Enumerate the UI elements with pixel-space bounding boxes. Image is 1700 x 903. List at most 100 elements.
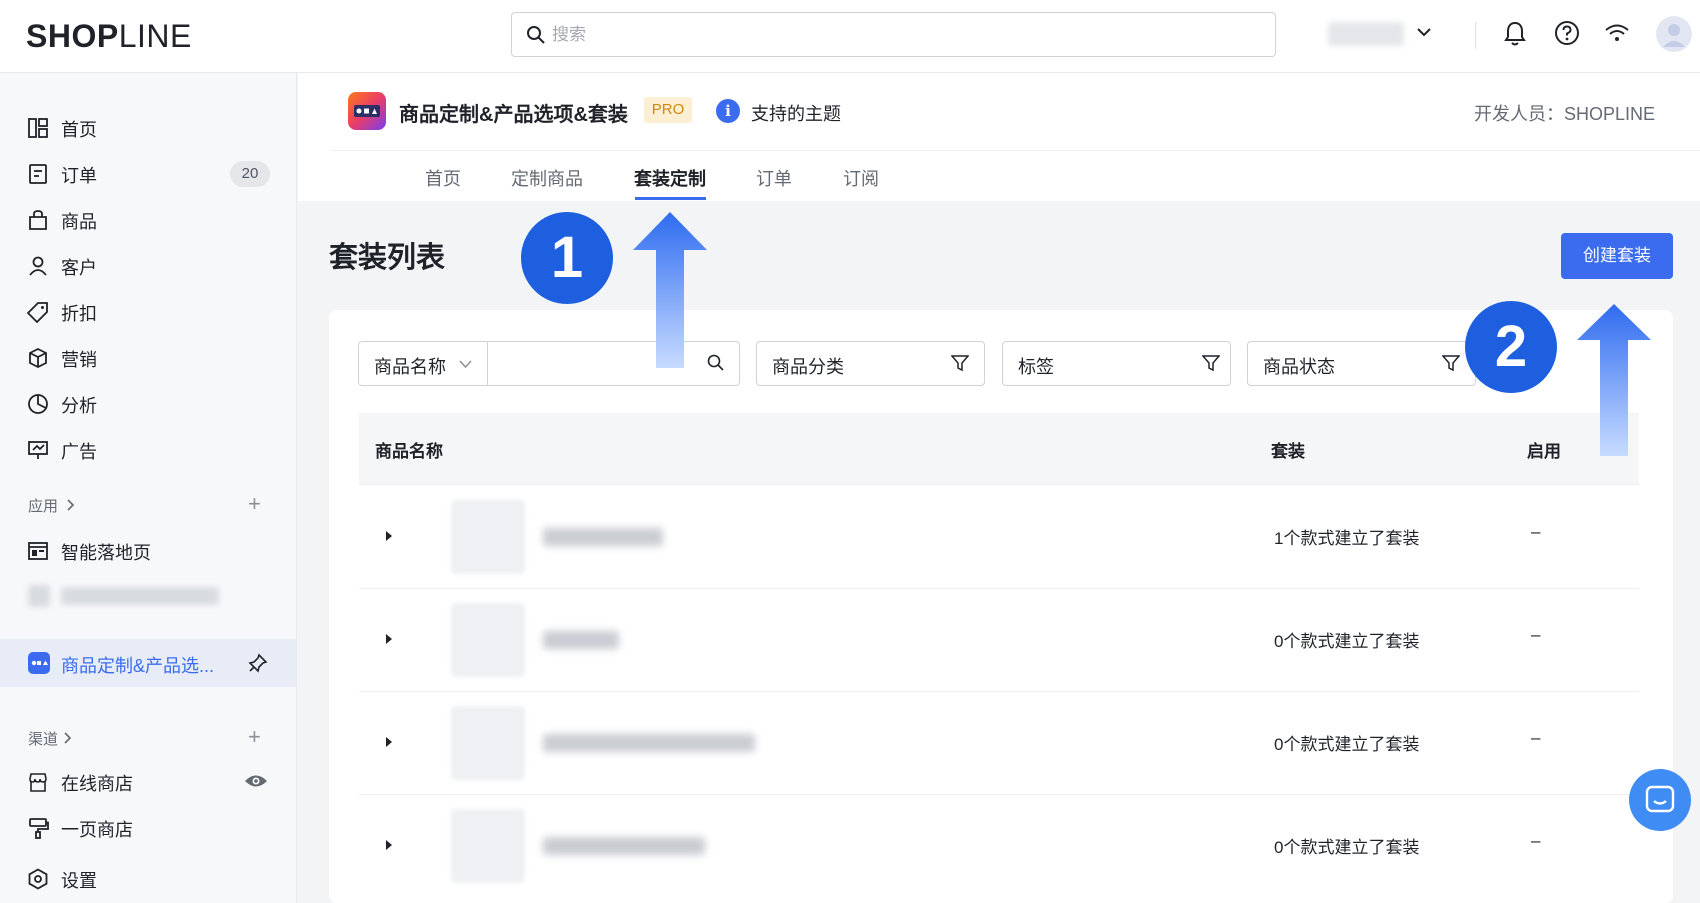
global-search[interactable] <box>511 12 1276 57</box>
search-field-select[interactable]: 商品名称 <box>374 353 446 379</box>
step-2-callout: 2 <box>1465 301 1557 393</box>
sidebar-item-products[interactable]: 商品 <box>0 197 297 241</box>
apps-section-title[interactable]: 应用 <box>28 495 58 516</box>
eye-icon[interactable] <box>244 773 268 789</box>
product-name-blurred[interactable] <box>543 734 755 752</box>
expand-row-icon[interactable] <box>386 531 392 541</box>
pro-badge: PRO <box>644 97 692 123</box>
sidebar-item-discounts[interactable]: 折扣 <box>0 289 297 333</box>
sidebar-item-online-store[interactable]: 在线商店 <box>0 759 297 803</box>
pin-icon[interactable] <box>248 653 268 673</box>
sidebar-item-label: 一页商店 <box>61 820 133 840</box>
sidebar-item-analytics[interactable]: 分析 <box>0 381 297 425</box>
status-filter-label: 商品状态 <box>1263 357 1335 377</box>
order-icon <box>29 164 47 184</box>
product-name-blurred[interactable] <box>543 631 619 649</box>
tab-orders[interactable]: 订单 <box>756 165 792 191</box>
expand-row-icon[interactable] <box>386 634 392 644</box>
tab-custom-products[interactable]: 定制商品 <box>511 165 583 191</box>
chat-support-button[interactable] <box>1629 769 1691 831</box>
chevron-down-icon[interactable] <box>459 359 472 369</box>
sidebar: 首页 订单 20 商品 客户 折扣 营销 分析 广告 应用 + 智能落地页 商品… <box>0 73 297 903</box>
blurred-app-label[interactable] <box>61 587 219 605</box>
table-row[interactable]: 1个款式建立了套装 – <box>359 486 1639 589</box>
app-header <box>298 73 1700 201</box>
sidebar-item-label: 设置 <box>61 871 97 891</box>
tag-filter[interactable]: 标签 <box>1002 341 1231 386</box>
table-header <box>359 413 1639 485</box>
tab-home[interactable]: 首页 <box>425 165 461 191</box>
topbar-divider <box>1475 22 1476 49</box>
logo-text-thin: LINE <box>118 18 192 54</box>
category-filter[interactable]: 商品分类 <box>756 341 985 386</box>
status-filter[interactable]: 商品状态 <box>1247 341 1476 386</box>
sidebar-item-ads[interactable]: 广告 <box>0 427 297 471</box>
column-header-bundle: 套装 <box>1271 442 1305 461</box>
shop-name-blurred[interactable] <box>1328 22 1404 46</box>
wifi-icon[interactable] <box>1604 20 1630 46</box>
order-count-badge: 20 <box>230 161 270 187</box>
pie-chart-icon <box>28 394 48 414</box>
channels-section-title[interactable]: 渠道 <box>28 728 58 749</box>
tab-subscription[interactable]: 订阅 <box>843 165 879 191</box>
search-icon[interactable] <box>707 354 725 372</box>
shopline-logo[interactable]: SHOPLINE <box>26 16 192 56</box>
sidebar-item-home[interactable]: 首页 <box>0 105 297 149</box>
filter-icon <box>1442 355 1460 372</box>
sidebar-item-marketing[interactable]: 营销 <box>0 335 297 379</box>
filter-icon <box>1202 355 1220 372</box>
enabled-value: – <box>1531 728 1541 747</box>
add-app-button[interactable]: + <box>248 493 261 515</box>
arrow-up-icon <box>1577 304 1651 456</box>
table-row[interactable]: 0个款式建立了套装 – <box>359 589 1639 692</box>
app-badge-icon <box>28 652 50 674</box>
dashboard-icon <box>28 118 48 138</box>
tag-filter-label: 标签 <box>1018 357 1054 377</box>
supported-themes-link[interactable]: 支持的主题 <box>751 100 841 126</box>
product-thumbnail <box>451 706 525 780</box>
product-thumbnail <box>451 603 525 677</box>
sidebar-item-label: 客户 <box>61 258 97 278</box>
sidebar-item-one-page-store[interactable]: 一页商店 <box>0 805 297 849</box>
blurred-app-icon <box>28 585 50 607</box>
step-1-callout: 1 <box>521 212 613 304</box>
bag-icon <box>29 210 47 230</box>
sidebar-item-product-customization[interactable]: 商品定制&产品选... <box>0 639 297 687</box>
sidebar-item-label: 商品 <box>61 212 97 232</box>
landing-page-icon <box>28 542 48 560</box>
add-channel-button[interactable]: + <box>248 726 261 748</box>
store-icon <box>29 773 47 792</box>
chevron-right-icon <box>64 732 72 744</box>
table-row[interactable]: 0个款式建立了套装 – <box>359 692 1639 795</box>
chevron-down-icon[interactable] <box>1416 24 1432 40</box>
sidebar-item-orders[interactable]: 订单 20 <box>0 151 297 195</box>
arrow-up-icon <box>633 212 707 368</box>
search-icon <box>527 26 545 44</box>
product-thumbnail <box>451 809 525 883</box>
bell-icon[interactable] <box>1503 20 1527 48</box>
table-row[interactable]: 0个款式建立了套装 – <box>359 795 1639 903</box>
expand-row-icon[interactable] <box>386 737 392 747</box>
info-icon[interactable]: i <box>716 99 740 123</box>
expand-row-icon[interactable] <box>386 840 392 850</box>
product-name-blurred[interactable] <box>543 528 663 546</box>
tab-bundle-customization[interactable]: 套装定制 <box>634 165 706 191</box>
bundle-status: 0个款式建立了套装 <box>1274 838 1420 857</box>
sidebar-item-label: 首页 <box>61 120 97 140</box>
tag-icon <box>27 302 48 323</box>
avatar[interactable] <box>1656 16 1692 52</box>
sidebar-item-label: 折扣 <box>61 304 97 324</box>
sidebar-item-settings[interactable]: 设置 <box>0 856 297 900</box>
search-input[interactable] <box>552 13 1252 56</box>
sidebar-item-landing-page[interactable]: 智能落地页 <box>0 528 297 572</box>
sidebar-item-label: 智能落地页 <box>61 543 151 563</box>
create-bundle-button[interactable]: 创建套装 <box>1561 233 1673 279</box>
sidebar-item-customers[interactable]: 客户 <box>0 243 297 287</box>
column-header-product-name: 商品名称 <box>375 442 443 461</box>
product-name-blurred[interactable] <box>543 837 705 855</box>
filter-divider <box>487 342 488 385</box>
help-icon[interactable] <box>1554 20 1580 46</box>
logo-text-bold: SHOP <box>26 18 119 54</box>
enabled-value: – <box>1531 831 1541 850</box>
sidebar-item-label: 广告 <box>61 442 97 462</box>
